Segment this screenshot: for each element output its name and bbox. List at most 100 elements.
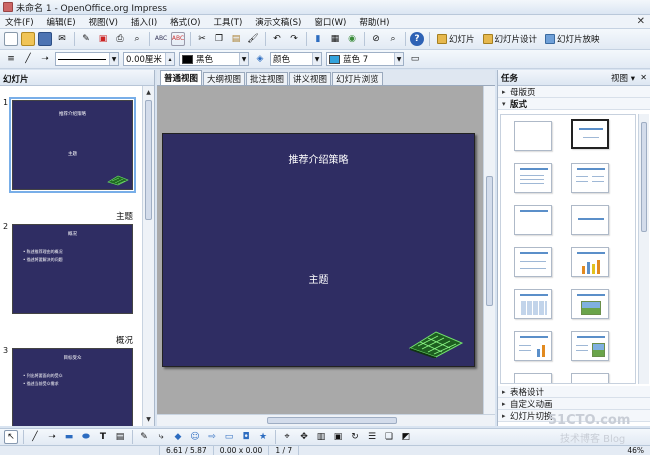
- layout-more[interactable]: [514, 373, 552, 383]
- callouts-icon[interactable]: ◘: [239, 430, 253, 444]
- menu-help[interactable]: 帮助(H): [356, 16, 399, 28]
- close-document-icon[interactable]: ✕: [637, 16, 645, 27]
- print-preview-icon[interactable]: ⌕: [130, 32, 144, 46]
- show-draw-functions-icon[interactable]: ⊘: [369, 32, 383, 46]
- layout-title-table[interactable]: [514, 289, 552, 319]
- basic-shapes-icon[interactable]: ◆: [171, 430, 185, 444]
- navigator-icon[interactable]: ◉: [345, 32, 359, 46]
- print-icon[interactable]: ⎙: [113, 32, 127, 46]
- section-master-pages[interactable]: ▸ 母版页: [498, 86, 650, 98]
- tab-slide-sorter[interactable]: 幻灯片浏览: [332, 72, 383, 85]
- task-view-menu[interactable]: 视图 ▾: [611, 72, 635, 84]
- copy-icon[interactable]: ❐: [212, 32, 226, 46]
- section-layouts[interactable]: ▾ 版式: [498, 98, 650, 110]
- menu-view[interactable]: 视图(V): [86, 16, 128, 28]
- connector-icon[interactable]: ⤷: [154, 430, 168, 444]
- layout-title-2-content[interactable]: [571, 163, 609, 193]
- fontwork-icon[interactable]: ▤: [113, 430, 127, 444]
- layout-title-slide[interactable]: [571, 119, 609, 149]
- tab-normal[interactable]: 普通视图: [160, 70, 203, 85]
- stars-icon[interactable]: ★: [256, 430, 270, 444]
- slide-thumbnail[interactable]: 概况 • 陈述推荐理由的概况 • 描述将要解决的问题: [12, 224, 133, 314]
- section-table-design[interactable]: ▸ 表格设计: [498, 386, 650, 398]
- flowchart-icon[interactable]: ▭: [222, 430, 236, 444]
- canvas-vertical-scrollbar[interactable]: [483, 86, 495, 414]
- layout-blank[interactable]: [514, 121, 552, 151]
- line-style-select[interactable]: ▼: [55, 52, 119, 66]
- help-icon[interactable]: ?: [410, 32, 424, 46]
- email-icon[interactable]: ✉: [55, 32, 69, 46]
- layout-text-image[interactable]: [571, 331, 609, 361]
- line-icon[interactable]: ╱: [21, 52, 35, 66]
- arrange-icon[interactable]: ❏: [382, 430, 396, 444]
- menu-edit[interactable]: 编辑(E): [44, 16, 86, 28]
- slide-thumbnail[interactable]: 目标受众 • 列出将要面向的受众 • 描述当前受众需求: [12, 348, 133, 426]
- format-paintbrush-icon[interactable]: 🖌: [246, 32, 260, 46]
- table-icon[interactable]: ▦: [328, 32, 342, 46]
- slides-scrollbar[interactable]: ▲ ▼: [142, 86, 154, 426]
- layout-title-content[interactable]: [514, 163, 552, 193]
- menu-file[interactable]: 文件(F): [2, 16, 44, 28]
- save-icon[interactable]: [38, 32, 52, 46]
- layout-more[interactable]: [571, 373, 609, 383]
- layout-centered-text[interactable]: [571, 205, 609, 235]
- line-color-select[interactable]: 黑色 ▼: [179, 52, 249, 66]
- slide-subtitle[interactable]: 主题: [163, 271, 474, 286]
- area-color-select[interactable]: 蓝色 7 ▼: [326, 52, 404, 66]
- redo-icon[interactable]: ↷: [287, 32, 301, 46]
- tab-notes[interactable]: 批注视图: [246, 72, 289, 85]
- slide-title[interactable]: 推荐介绍策略: [163, 151, 474, 166]
- points-icon[interactable]: ⌖: [280, 430, 294, 444]
- spellcheck-icon[interactable]: ABC: [154, 32, 168, 46]
- style-icon[interactable]: ≡: [4, 52, 18, 66]
- layouts-scrollbar[interactable]: [638, 114, 649, 384]
- export-pdf-icon[interactable]: ▣: [96, 32, 110, 46]
- rectangle-icon[interactable]: ▬: [62, 430, 76, 444]
- scroll-thumb[interactable]: [267, 417, 397, 424]
- extrusion-icon[interactable]: ◩: [399, 430, 413, 444]
- area-icon[interactable]: ◈: [253, 52, 267, 66]
- scroll-up-icon[interactable]: ▲: [143, 87, 154, 98]
- rotate-icon[interactable]: ↻: [348, 430, 362, 444]
- menu-slideshow[interactable]: 演示文稿(S): [252, 16, 311, 28]
- cut-icon[interactable]: ✂: [195, 32, 209, 46]
- gallery-icon[interactable]: ▣: [331, 430, 345, 444]
- glue-points-icon[interactable]: ✥: [297, 430, 311, 444]
- scroll-thumb[interactable]: [145, 100, 152, 220]
- maze-graphic-icon[interactable]: [408, 328, 464, 358]
- zoom-icon[interactable]: ⌕: [386, 32, 400, 46]
- edit-file-icon[interactable]: ✎: [79, 32, 93, 46]
- from-file-icon[interactable]: ▥: [314, 430, 328, 444]
- line-tool-icon[interactable]: ╱: [28, 430, 42, 444]
- area-style-select[interactable]: 颜色 ▼: [270, 52, 322, 66]
- tab-outline[interactable]: 大纲视图: [203, 72, 246, 85]
- line-width-input[interactable]: 0.00厘米 ▴: [123, 52, 175, 66]
- status-zoom[interactable]: 46%: [621, 446, 650, 455]
- menu-tools[interactable]: 工具(T): [210, 16, 252, 28]
- menu-format[interactable]: 格式(O): [167, 16, 210, 28]
- tab-handout[interactable]: 讲义视图: [289, 72, 332, 85]
- autospellcheck-icon[interactable]: ABC: [171, 32, 185, 46]
- chart-icon[interactable]: ▮: [311, 32, 325, 46]
- new-icon[interactable]: [4, 32, 18, 46]
- slide-thumbnail[interactable]: 推荐介绍策略 主题: [9, 97, 136, 193]
- scroll-down-icon[interactable]: ▼: [143, 414, 154, 425]
- select-arrow-icon[interactable]: ↖: [4, 430, 18, 444]
- close-icon[interactable]: ✕: [640, 73, 647, 82]
- arrow-style-icon[interactable]: ➝: [38, 52, 52, 66]
- text-icon[interactable]: T: [96, 430, 110, 444]
- layout-title-2-content-over[interactable]: [514, 247, 552, 277]
- layout-text-chart[interactable]: [514, 331, 552, 361]
- open-icon[interactable]: [21, 32, 35, 46]
- scroll-thumb[interactable]: [641, 122, 647, 232]
- slideshow-button[interactable]: 幻灯片放映: [542, 32, 603, 47]
- layout-title-chart[interactable]: [571, 247, 609, 277]
- menu-window[interactable]: 窗口(W): [311, 16, 356, 28]
- undo-icon[interactable]: ↶: [270, 32, 284, 46]
- symbol-shapes-icon[interactable]: ☺: [188, 430, 202, 444]
- section-custom-animation[interactable]: ▸ 自定义动画: [498, 398, 650, 410]
- layout-title-image[interactable]: [571, 289, 609, 319]
- slide-button[interactable]: 幻灯片: [434, 32, 478, 47]
- block-arrows-icon[interactable]: ⇨: [205, 430, 219, 444]
- canvas-horizontal-scrollbar[interactable]: [157, 414, 495, 426]
